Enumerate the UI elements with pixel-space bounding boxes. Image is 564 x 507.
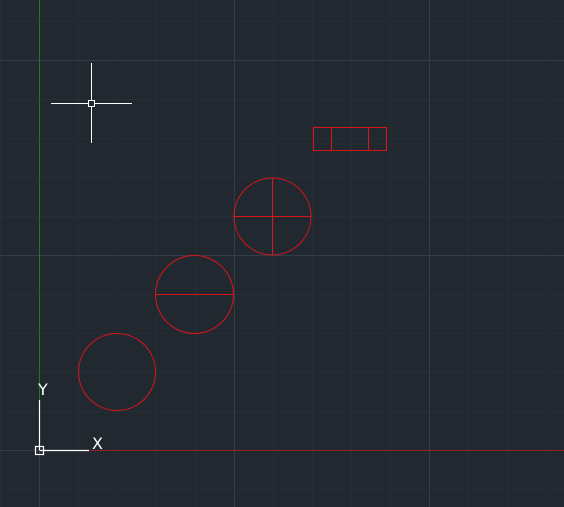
ucs-y-label: Y — [37, 380, 48, 399]
drawing-svg[interactable]: Y X — [0, 0, 564, 507]
crosshair-pickbox — [88, 100, 95, 107]
circle-with-diameter[interactable] — [155, 255, 234, 334]
circle-quartered[interactable] — [233, 177, 312, 256]
ucs-axis-icon: Y X — [34, 380, 103, 456]
crosshair-cursor-icon — [51, 63, 132, 143]
drawing-canvas[interactable]: Y X — [0, 0, 564, 507]
ucs-x-label: X — [92, 434, 103, 453]
